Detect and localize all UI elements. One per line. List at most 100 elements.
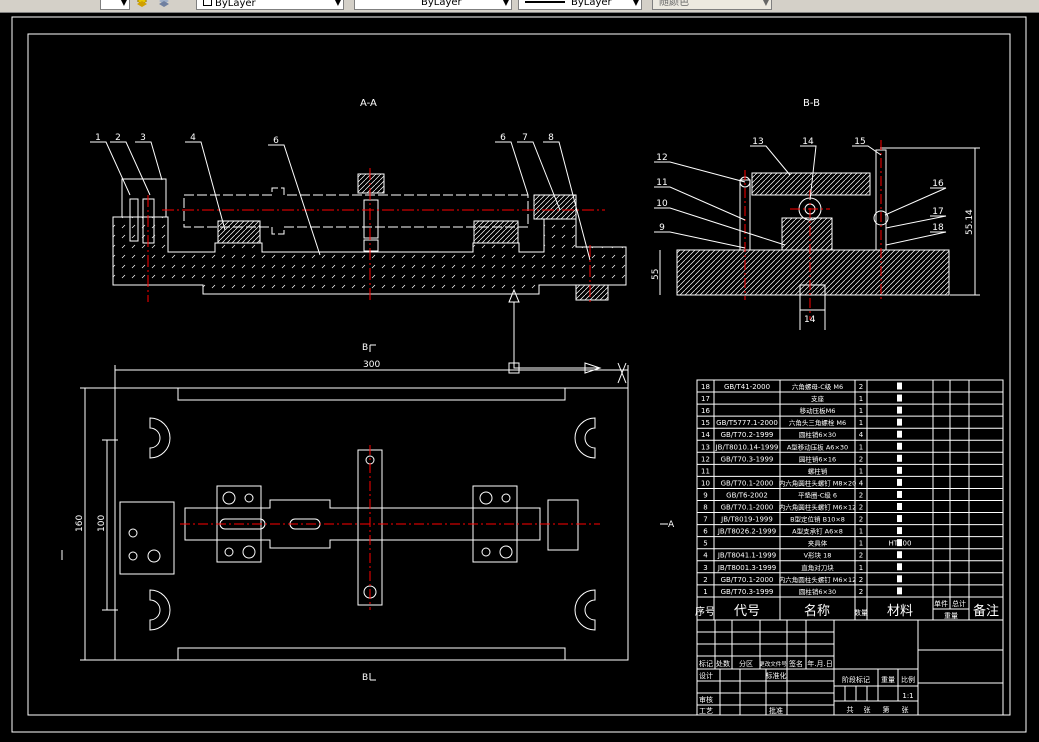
bom-cell: 2 [859,383,863,391]
bom-cell: 1 [859,419,863,427]
bom-table: 18 GB/T41-2000 六角螺母-C级 M6 217 支座 116 移动压板M6 115… [695,379,1004,621]
title-scale: 比例 [901,675,915,684]
bom-cell: 六角头三角螺栓 M6 [789,418,846,427]
bom-cell: 14 [701,431,710,439]
leader-line [654,207,786,246]
bom-cell: 2 [859,552,863,560]
drawing-canvas[interactable]: A-A 12346678 B-B 13 14 151211109161718 55.… [0,13,1039,742]
foot-block [575,284,609,301]
bom-cell: JB/T8026.2-1999 [717,528,776,536]
bom-cell: A型支承钉 A6×8 [792,527,843,536]
support-nut [363,239,379,252]
bom-cell: 1 [859,407,863,415]
bom-cell: 六角螺母-C级 M6 [792,382,843,391]
bom-row: 7 JB/T8019-1999 B型定位销 B10×8 2 [703,515,902,524]
bom-row: 17 支座 1 [701,394,902,403]
title-review: 审核 [699,695,713,704]
bom-cell: B型定位销 B10×8 [790,515,845,524]
dim-width-inner: 100 [97,515,107,532]
bom-cell: 1 [859,467,863,475]
bom-cell: 11 [701,467,710,475]
balloon-label: 4 [190,133,196,143]
material-placeholder [897,382,902,390]
bom-cell: 17 [701,395,710,403]
bom-cell: 9 [703,491,707,499]
lineweight-control[interactable]: ByLayer ▼ [518,0,642,10]
bom-cell: 7 [703,516,707,524]
material-placeholder [897,563,902,571]
bom-cell: 4 [859,479,864,487]
bom-row: 2 GB/T70.1-2000 内六角圆柱头螺钉 M6×12 2 [703,575,902,584]
section-mark-b-top: B [362,343,368,353]
title-signature: 签名 [789,659,803,668]
balloon-label: 9 [659,223,665,233]
bom-row: 1 GB/T70.3-1999 圆柱销6×30 2 [703,587,902,596]
bom-cell: 螺柱销 [808,466,828,475]
bom-cell: 圆柱销6×16 [799,454,836,463]
color-control[interactable]: ByLayer ▼ [196,0,344,10]
layer-states-icon[interactable] [158,0,170,9]
title-date: 年.月.日 [807,659,832,668]
title-design: 设计 [699,671,713,680]
bom-cell: 2 [859,455,863,463]
clamp-bar [357,449,383,606]
bom-cell: 2 [859,576,863,584]
material-placeholder [897,394,902,402]
v-block-right [473,220,519,244]
header-unit: 单件 [934,599,948,608]
center-support [357,173,385,194]
bom-cell: 内六角圆柱头螺钉 M6×12 [779,503,857,512]
linetype-control[interactable]: ByLayer ▼ [354,0,512,10]
balloon-label: 14 [802,137,814,147]
bom-row: 6 JB/T8026.2-1999 A型支承钉 A6×8 1 [703,527,902,536]
bom-cell: 平垫圈-C级 6 [798,490,837,499]
plotstyle-control[interactable]: 随颜色 ▼ [652,0,772,10]
bom-cell: GB/T41-2000 [724,383,770,391]
bom-cell: 移动压板M6 [800,406,836,415]
bom-cell: 10 [701,479,710,487]
lineweight-control-value: ByLayer [571,0,612,8]
title-standardize: 标准化 [766,671,787,680]
bom-row: 16 移动压板M6 1 [701,406,902,415]
balloon-label: 1 [95,133,101,143]
layer-previous-icon[interactable] [136,0,148,9]
title-sheet-unit2: 张 [902,705,909,714]
bom-cell: JB/T8001.3-1999 [717,564,776,572]
prev-dropdown-arrow[interactable]: ▼ [100,0,130,10]
balloon-label: 13 [752,137,763,147]
leader-line [90,141,131,196]
balloon-label: 15 [854,137,865,147]
bom-cell: 2 [859,491,863,499]
bom-cell: 内六角圆柱头螺钉 M8×20 [779,478,857,487]
bom-cell: GB/T70.1-2000 [721,576,774,584]
bom-cell: 1 [859,564,863,572]
bom-cell: 支座 [811,394,825,403]
bom-row: 9 GB/T6-2002 平垫圈-C级 6 2 [703,490,902,499]
dim-base-bb: 55 [651,269,661,280]
bom-cell: 4 [859,431,864,439]
material-placeholder [897,466,902,474]
balloon-label: 8 [548,133,554,143]
header-qty: 数量 [854,608,868,617]
title-scale-value: 1:1 [902,692,913,700]
bom-row: 10 GB/T70.1-2000 内六角圆柱头螺钉 M8×20 4 [701,478,902,487]
bom-cell: JB/T8041.1-1999 [717,552,776,560]
bom-cell: 内六角圆柱头螺钉 M6×12 [779,575,857,584]
balloon-label: 17 [932,207,943,217]
tool-setting-block [119,501,175,575]
balloon-label: 2 [115,133,121,143]
header-material: 材料 [887,604,913,619]
bom-cell: 4 [703,552,708,560]
chevron-down-icon: ▼ [632,0,639,7]
header-total: 总计 [952,599,966,608]
balloon-label: 10 [656,199,668,209]
bom-cell: 1 [859,395,863,403]
title-change-doc: 更改文件号 [759,660,787,668]
material-placeholder [897,503,902,510]
title-zone: 分区 [739,659,753,668]
dim-height-bb: 55.14 [965,209,975,235]
title-block: 标记 处数 分区 更改文件号 签名 年.月.日设计 标准化审核工艺 批准 阶段标记 重量 比例 1:1… [696,619,1004,716]
material-placeholder [897,527,902,535]
balloon-label: 11 [656,178,667,188]
v-block-left [217,220,261,244]
